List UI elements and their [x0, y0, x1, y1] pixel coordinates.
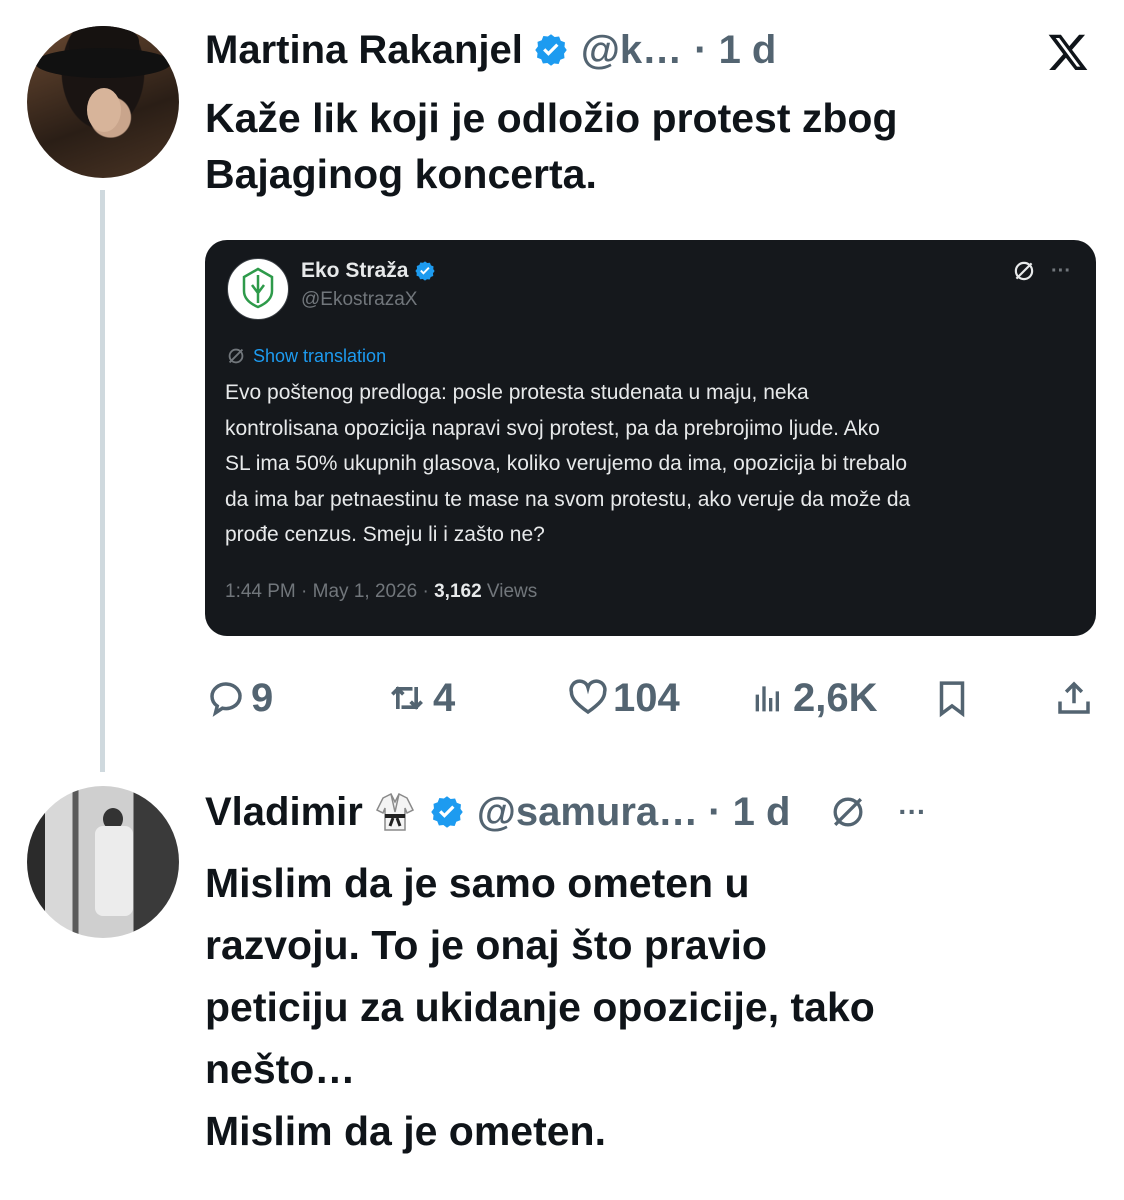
- quoted-text-line: prođe cenzus. Smeju li i zašto ne?: [225, 523, 545, 546]
- avatar-face: [87, 88, 121, 132]
- avatar[interactable]: [27, 786, 179, 938]
- quoted-views-label: Views: [481, 581, 538, 602]
- avatar[interactable]: [27, 26, 179, 178]
- more-button[interactable]: ···: [898, 790, 926, 834]
- tweet-text: Mislim da je samo ometen u razvoju. To j…: [205, 852, 1105, 1162]
- timestamp[interactable]: · 1 d: [694, 26, 776, 74]
- repost-count: 4: [433, 675, 456, 720]
- quoted-tweet-card[interactable]: Eko Straža @EkostrazaX ··· Show translat…: [205, 240, 1096, 636]
- timestamp[interactable]: · 1 d: [708, 788, 790, 836]
- tweet-text-line: Mislim da je ometen.: [205, 1108, 606, 1154]
- quoted-views-count: 3,162: [434, 581, 482, 602]
- bookmark-button[interactable]: [931, 672, 973, 724]
- like-count: 104: [613, 675, 680, 720]
- heart-icon: [567, 677, 609, 719]
- bookmark-icon: [931, 677, 973, 719]
- verified-badge-icon: [533, 32, 569, 68]
- tweet-text-line: Bajaginog koncerta.: [205, 151, 597, 197]
- quoted-tweet-text: Evo poštenog predloga: posle protesta st…: [225, 375, 1085, 553]
- translate-icon: [225, 345, 247, 367]
- avatar-hat-brim: [35, 48, 171, 78]
- grok-icon[interactable]: [826, 790, 870, 834]
- tweet-text-line: razvoju. To je onaj što pravio: [205, 922, 767, 968]
- tweet-header: Martina Rakanjel @k… · 1 d: [205, 26, 776, 74]
- quoted-text-line: kontrolisana opozicija napravi svoj prot…: [225, 416, 880, 440]
- quoted-text-line: Evo poštenog predloga: posle protesta st…: [225, 381, 809, 404]
- author-name[interactable]: Vladimir: [205, 788, 363, 836]
- show-translation-label[interactable]: Show translation: [253, 344, 386, 368]
- quoted-author-name[interactable]: Eko Straža: [301, 258, 436, 284]
- tweet-header: Vladimir @samura… · 1 d ···: [205, 786, 1105, 838]
- quoted-more-button[interactable]: ···: [1051, 258, 1071, 284]
- tweet-text-line: peticiju za ukidanje opozicije, tako: [205, 984, 875, 1030]
- quoted-tweet-meta: 1:44 PM · May 1, 2026 · 3,162 Views: [225, 580, 537, 604]
- verified-badge-icon: [414, 260, 436, 282]
- like-button[interactable]: 104: [567, 672, 680, 724]
- quoted-author-handle[interactable]: @EkostrazaX: [301, 288, 417, 312]
- avatar-figure: [95, 826, 133, 916]
- tweet-action-bar: 9 4 104 2,6K: [205, 672, 1105, 724]
- views-count: 2,6K: [793, 675, 878, 720]
- reply-icon: [205, 677, 247, 719]
- reply-count: 9: [251, 675, 274, 720]
- show-translation-link[interactable]: Show translation: [225, 344, 386, 368]
- quoted-author-name-text[interactable]: Eko Straža: [301, 258, 408, 284]
- reply-button[interactable]: 9: [205, 672, 273, 724]
- author-name[interactable]: Martina Rakanjel: [205, 26, 523, 74]
- karate-gi-emoji-icon: [375, 790, 415, 834]
- share-button[interactable]: [1053, 672, 1095, 724]
- analytics-icon: [749, 678, 789, 718]
- tweet-text-line: nešto…: [205, 1046, 356, 1092]
- eko-straza-logo-icon: [242, 267, 274, 309]
- tweet-text: Kaže lik koji je odložio protest zbog Ba…: [205, 90, 1085, 202]
- tweet-text-line: Mislim da je samo ometen u: [205, 860, 750, 906]
- repost-button[interactable]: 4: [385, 672, 455, 724]
- share-icon: [1053, 677, 1095, 719]
- author-handle[interactable]: @k…: [581, 26, 682, 74]
- verified-badge-icon: [429, 794, 465, 830]
- thread-line: [100, 190, 105, 772]
- quoted-text-line: SL ima 50% ukupnih glasova, koliko veruj…: [225, 452, 908, 475]
- grok-icon[interactable]: [1011, 258, 1037, 289]
- quoted-avatar[interactable]: [227, 258, 289, 320]
- quoted-text-line: da ima bar petnaestinu te mase na svom p…: [225, 487, 911, 511]
- x-logo-icon[interactable]: [1040, 30, 1096, 76]
- author-handle[interactable]: @samura…: [477, 788, 698, 836]
- quoted-timestamp[interactable]: 1:44 PM · May 1, 2026 ·: [225, 581, 434, 602]
- views-button[interactable]: 2,6K: [749, 672, 878, 724]
- tweet-text-line: Kaže lik koji je odložio protest zbog: [205, 95, 898, 141]
- repost-icon: [385, 676, 429, 720]
